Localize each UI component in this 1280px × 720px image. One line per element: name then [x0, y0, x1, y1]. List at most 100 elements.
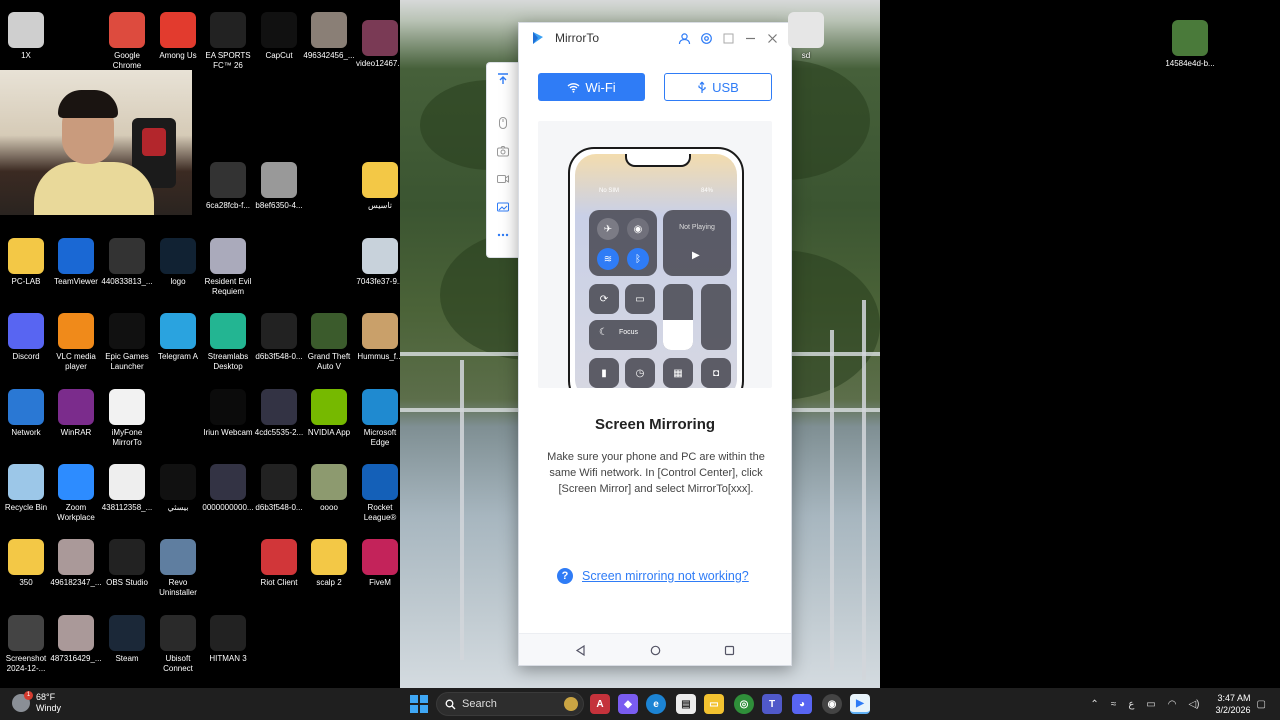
desktop-icon[interactable]: 0000000000...	[202, 458, 254, 513]
help-link[interactable]: Screen mirroring not working?	[582, 569, 749, 583]
desktop-icon[interactable]: Telegram A	[152, 307, 204, 362]
chrome-icon[interactable]: ◎	[734, 694, 754, 714]
edge-icon[interactable]: e	[646, 694, 666, 714]
file-explorer-icon[interactable]: ▭	[704, 694, 724, 714]
desktop-icon[interactable]: Rocket League®	[354, 458, 406, 523]
network-status-icon[interactable]: ≈	[1111, 699, 1117, 710]
mirrorto-taskbar-icon[interactable]: ▶	[850, 694, 870, 714]
desktop-icon[interactable]: video12467...	[354, 14, 406, 69]
focus-block: ☾ Focus	[589, 320, 657, 350]
desktop-icon[interactable]: sd	[780, 6, 832, 61]
desktop-icon[interactable]: Grand Theft Auto V	[303, 307, 355, 372]
desktop-icon[interactable]: oooo	[303, 458, 355, 513]
desktop-icon[interactable]: Microsoft Edge	[354, 383, 406, 448]
minimize-icon[interactable]	[739, 27, 761, 49]
display-icon[interactable]: ▭	[1146, 699, 1155, 710]
start-button[interactable]	[410, 695, 428, 713]
desktop-icon[interactable]: TeamViewer	[50, 232, 102, 287]
desktop-icon-label: Steam	[115, 654, 139, 663]
desktop-icon[interactable]: NVIDIA App	[303, 383, 355, 438]
desktop-icon[interactable]: b8ef6350-4...	[253, 156, 305, 211]
teams-icon[interactable]: T	[762, 694, 782, 714]
desktop-icon[interactable]: Discord	[0, 307, 52, 362]
desktop-icon[interactable]: Screenshot 2024-12-...	[0, 609, 52, 674]
chair-accent	[142, 128, 166, 156]
wifi-tray-icon[interactable]: ◠	[1168, 699, 1177, 710]
desktop-icon[interactable]: Epic Games Launcher	[101, 307, 153, 372]
desktop-icon[interactable]: OBS Studio	[101, 533, 153, 588]
desktop-icon[interactable]: 438112358_...	[101, 458, 153, 513]
desktop-icon[interactable]: Resident Evil Requiem	[202, 232, 254, 297]
weather-widget[interactable]: 1 68°F Windy	[12, 691, 61, 714]
mouse-icon[interactable]	[487, 109, 519, 137]
desktop-icon[interactable]: d6b3f548-0...	[253, 458, 305, 513]
copilot-icon[interactable]: ◆	[618, 694, 638, 714]
clock[interactable]: 3:47 AM 3/2/2026	[1216, 692, 1251, 716]
desktop-icon[interactable]: 7043fe37-9...	[354, 232, 406, 287]
camera-icon[interactable]	[487, 137, 519, 165]
desktop-icon[interactable]: iMyFone MirrorTo	[101, 383, 153, 448]
desktop-icon-label: 14584e4d-b...	[1165, 59, 1215, 68]
desktop-icon[interactable]: Ubisoft Connect	[152, 609, 204, 674]
desktop-icon[interactable]: 496342456_...	[303, 6, 355, 61]
camera-app-icon: ◘	[701, 358, 731, 388]
desktop-icon[interactable]: بيسثي	[152, 458, 204, 513]
screen-icon[interactable]	[487, 193, 519, 221]
desktop-icon[interactable]: FiveM	[354, 533, 406, 588]
desktop-icon[interactable]: Among Us	[152, 6, 204, 61]
tab-wifi[interactable]: Wi-Fi	[538, 73, 645, 101]
desktop-icon[interactable]: 14584e4d-b...	[1164, 14, 1216, 69]
desktop-icon[interactable]: EA SPORTS FC™ 26	[202, 6, 254, 71]
recents-icon[interactable]	[721, 642, 737, 658]
desktop-icon[interactable]: Revo Uninstaller	[152, 533, 204, 598]
desktop-icon[interactable]: تاسيس	[354, 156, 406, 211]
fullscreen-icon[interactable]	[717, 27, 739, 49]
desktop-icon[interactable]: Zoom Workplace	[50, 458, 102, 523]
app-icon	[109, 615, 145, 651]
volume-icon[interactable]: ◁)	[1188, 699, 1199, 710]
desktop-icon[interactable]: d6b3f548-0...	[253, 307, 305, 362]
home-icon[interactable]	[647, 642, 663, 658]
desktop-icon[interactable]: 6ca28fcb-f...	[202, 156, 254, 211]
desktop-icon[interactable]: 1X	[0, 6, 52, 61]
app-icon	[8, 313, 44, 349]
language-indicator[interactable]: ع	[1128, 699, 1134, 710]
acrobat-icon[interactable]: A	[590, 694, 610, 714]
desktop-icon[interactable]: 496182347_...	[50, 533, 102, 588]
notification-icon[interactable]: ▢	[1257, 699, 1266, 710]
desktop-icon[interactable]: 350	[0, 533, 52, 588]
desktop-icon[interactable]: Recycle Bin	[0, 458, 52, 513]
account-icon[interactable]	[673, 27, 695, 49]
desktop-icon-label: Microsoft Edge	[363, 428, 397, 447]
desktop-icon[interactable]: Streamlabs Desktop	[202, 307, 254, 372]
desktop-icon[interactable]: 4cdc5535-2...	[253, 383, 305, 438]
notepad-icon[interactable]: ▤	[676, 694, 696, 714]
desktop-icon[interactable]: Google Chrome	[101, 6, 153, 71]
desktop-icon[interactable]: Hummus_f...	[354, 307, 406, 362]
desktop-icon[interactable]: logo	[152, 232, 204, 287]
more-icon[interactable]	[487, 221, 519, 249]
tab-usb[interactable]: USB	[664, 73, 772, 101]
app-icon	[210, 389, 246, 425]
desktop-icon[interactable]: VLC media player	[50, 307, 102, 372]
desktop-icon[interactable]: CapCut	[253, 6, 305, 61]
desktop-icon[interactable]: Network	[0, 383, 52, 438]
desktop-right	[880, 0, 1280, 688]
chevron-up-icon[interactable]: ⌃	[1090, 699, 1098, 710]
desktop-icon[interactable]: HITMAN 3	[202, 609, 254, 664]
desktop-icon[interactable]: Steam	[101, 609, 153, 664]
desktop-icon[interactable]: 487316429_...	[50, 609, 102, 664]
desktop-icon[interactable]: Riot Client	[253, 533, 305, 588]
settings-icon[interactable]	[695, 27, 717, 49]
desktop-icon[interactable]: scalp 2	[303, 533, 355, 588]
desktop-icon[interactable]: Iriun Webcam	[202, 383, 254, 438]
desktop-icon[interactable]: PC-LAB	[0, 232, 52, 287]
obs-icon[interactable]: ◉	[822, 694, 842, 714]
back-icon[interactable]	[572, 642, 588, 658]
desktop-icon[interactable]: 440833813_...	[101, 232, 153, 287]
desktop-icon[interactable]: WinRAR	[50, 383, 102, 438]
taskbar-search[interactable]: Search	[436, 692, 584, 716]
collapse-icon[interactable]	[487, 65, 519, 93]
discord-icon[interactable]: ◕	[792, 694, 812, 714]
record-icon[interactable]	[487, 165, 519, 193]
